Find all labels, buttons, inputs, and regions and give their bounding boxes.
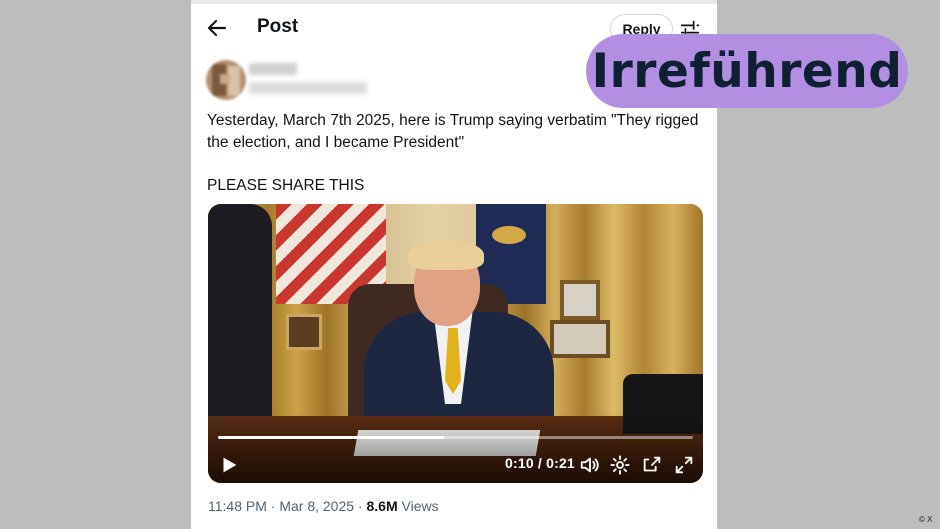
top-divider [191,0,717,4]
tweet-text-line-1: Yesterday, March 7th 2025, here is Trump… [207,112,699,151]
volume-icon[interactable] [579,454,601,476]
post-metadata: 11:48 PM · Mar 8, 2025 · 8.6M Views [208,498,439,514]
fullscreen-icon[interactable] [673,454,695,476]
video-progress-bar[interactable] [218,436,693,439]
tweet-text-line-2: PLEASE SHARE THIS [207,177,365,194]
tweet-text: Yesterday, March 7th 2025, here is Trump… [207,110,707,218]
views-label: Views [401,498,439,514]
views-count: 8.6M [366,498,398,514]
blurred-username[interactable] [249,82,367,94]
blurred-display-name[interactable] [249,63,297,75]
fact-check-badge: Irreführend [586,34,908,108]
copyright-notice: © X [919,515,933,524]
video-player[interactable]: 0:10 / 0:21 [208,204,703,483]
back-arrow-icon[interactable] [205,16,229,40]
page-title: Post [257,16,299,37]
video-progress-fill [218,436,445,439]
avatar[interactable] [206,60,246,100]
play-icon[interactable] [218,454,240,476]
settings-gear-icon[interactable] [609,454,631,476]
fact-check-label: Irreführend [591,43,903,99]
post-timestamp[interactable]: 11:48 PM · Mar 8, 2025 · [208,498,363,514]
video-time: 0:10 / 0:21 [505,455,575,471]
picture-in-picture-icon[interactable] [641,454,663,476]
